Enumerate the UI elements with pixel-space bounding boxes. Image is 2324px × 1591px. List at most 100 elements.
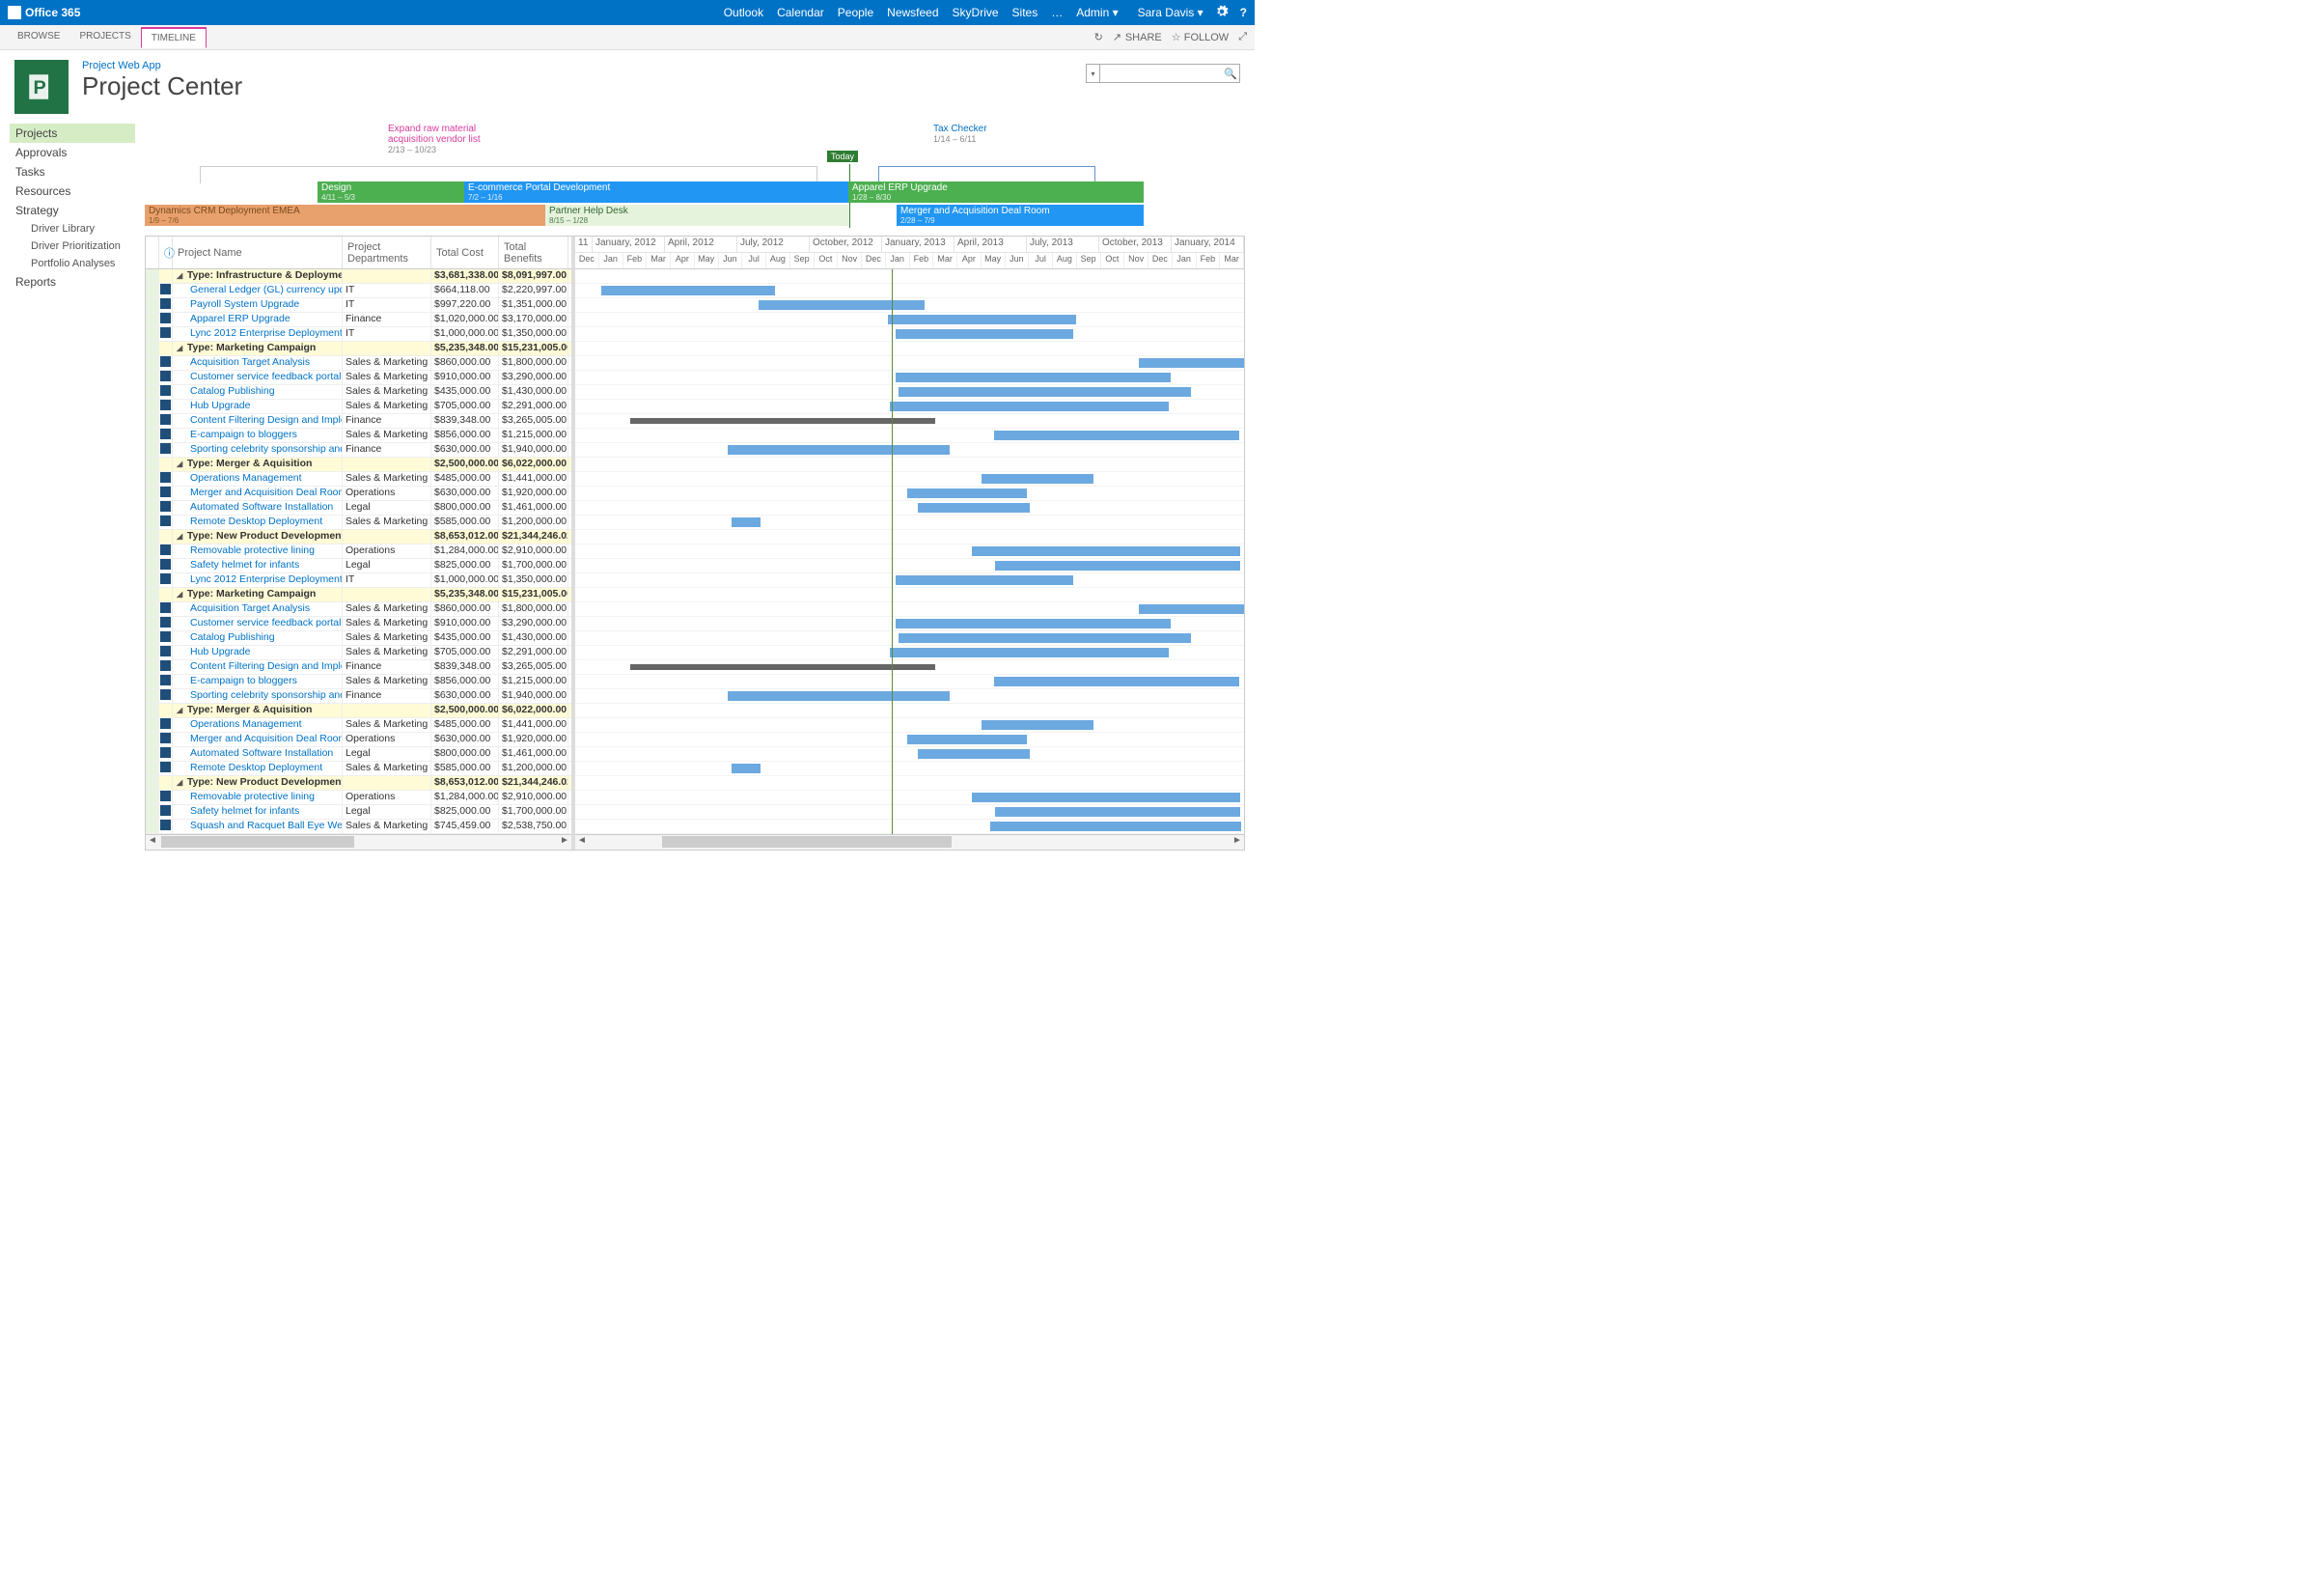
grid-project-row[interactable]: Lync 2012 Enterprise DeploymentIT$1,000,… — [146, 327, 571, 342]
project-name-cell[interactable]: Catalog Publishing — [173, 631, 343, 645]
gantt-bar[interactable] — [899, 633, 1191, 643]
sync-icon[interactable]: ↻ — [1094, 31, 1103, 43]
grid-project-row[interactable]: Remote Desktop DeploymentSales & Marketi… — [146, 762, 571, 776]
grid-project-row[interactable]: Customer service feedback portalSales & … — [146, 617, 571, 631]
grid-group-row[interactable]: ◢ Type: Merger & Aquisition$2,500,000.00… — [146, 704, 571, 718]
gantt-bar[interactable] — [728, 691, 950, 701]
grid-project-row[interactable]: General Ledger (GL) currency updateIT$66… — [146, 284, 571, 298]
gantt-bar[interactable] — [896, 373, 1171, 382]
project-name-cell[interactable]: Automated Software Installation — [173, 747, 343, 761]
gantt-bar[interactable] — [896, 575, 1073, 585]
project-name-cell[interactable]: Apparel ERP Upgrade — [173, 313, 343, 326]
project-name-cell[interactable]: Acquisition Target Analysis — [173, 356, 343, 370]
search-icon[interactable]: 🔍 — [1222, 68, 1239, 80]
scroll-left-icon[interactable]: ◄ — [146, 835, 159, 849]
gantt-bar[interactable] — [918, 749, 1030, 759]
project-name-cell[interactable]: ◢ Type: Merger & Aquisition — [173, 704, 343, 717]
grid-project-row[interactable]: Hub UpgradeSales & Marketing$705,000.00$… — [146, 400, 571, 414]
grid-project-row[interactable]: Operations ManagementSales & Marketing$4… — [146, 472, 571, 487]
ribbon-tab-browse[interactable]: BROWSE — [8, 27, 69, 48]
sidebar-item[interactable]: Strategy — [10, 201, 135, 220]
gantt-bar[interactable] — [994, 677, 1239, 686]
grid-project-row[interactable]: Removable protective liningOperations$1,… — [146, 544, 571, 559]
project-name-cell[interactable]: Lync 2012 Enterprise Deployment — [173, 327, 343, 341]
sidebar-item[interactable]: Tasks — [10, 162, 135, 181]
gantt-bar[interactable] — [630, 418, 935, 424]
gantt-bar[interactable] — [890, 402, 1169, 411]
gantt-bar[interactable] — [907, 488, 1027, 498]
sidebar-item[interactable]: Driver Prioritization — [10, 237, 135, 255]
grid-header-name[interactable]: Project Name — [173, 237, 343, 268]
grid-project-row[interactable]: Removable protective liningOperations$1,… — [146, 791, 571, 805]
gantt-hscrollbar[interactable]: ◄ ► — [575, 834, 1244, 850]
scroll-left-icon[interactable]: ◄ — [575, 835, 589, 849]
timeline-callout[interactable]: Expand raw material acquisition vendor l… — [388, 124, 504, 154]
gantt-bar[interactable] — [601, 286, 775, 295]
gantt-bar[interactable] — [982, 720, 1093, 730]
timeline-bar[interactable]: Merger and Acquisition Deal Room2/28 – 7… — [897, 205, 1144, 226]
gantt-bar[interactable] — [896, 329, 1073, 339]
grid-project-row[interactable]: Customer service feedback portalSales & … — [146, 371, 571, 385]
timeline-bar[interactable]: Apparel ERP Upgrade1/28 – 8/30 — [848, 181, 1144, 203]
help-icon[interactable]: ? — [1240, 6, 1247, 19]
grid-project-row[interactable]: Sporting celebrity sponsorship and endor… — [146, 689, 571, 704]
grid-hscrollbar[interactable]: ◄ ► — [146, 834, 571, 850]
suite-nav-item[interactable]: Outlook — [724, 6, 763, 19]
grid-group-row[interactable]: ◢ Type: New Product Development$8,653,01… — [146, 776, 571, 791]
timeline-bar[interactable]: Dynamics CRM Deployment EMEA1/9 – 7/6 — [145, 205, 545, 226]
project-name-cell[interactable]: ◢ Type: New Product Development — [173, 530, 343, 544]
grid-group-row[interactable]: ◢ Type: Marketing Campaign$5,235,348.00$… — [146, 588, 571, 602]
gantt-bar[interactable] — [918, 503, 1030, 513]
project-name-cell[interactable]: Acquisition Target Analysis — [173, 602, 343, 616]
project-name-cell[interactable]: E-campaign to bloggers — [173, 429, 343, 442]
sidebar-item[interactable]: Resources — [10, 181, 135, 201]
gantt-bar[interactable] — [990, 822, 1241, 831]
project-name-cell[interactable]: Operations Management — [173, 718, 343, 732]
grid-project-row[interactable]: Acquisition Target AnalysisSales & Marke… — [146, 602, 571, 617]
grid-project-row[interactable]: Sporting celebrity sponsorship and endor… — [146, 443, 571, 458]
grid-project-row[interactable]: Automated Software InstallationLegal$800… — [146, 501, 571, 516]
project-name-cell[interactable]: Removable protective lining — [173, 791, 343, 804]
grid-group-row[interactable]: ◢ Type: Infrastructure & Deployment$3,68… — [146, 269, 571, 284]
gantt-bar[interactable] — [890, 648, 1169, 657]
grid-project-row[interactable]: Squash and Racquet Ball Eye WearSales & … — [146, 820, 571, 834]
project-name-cell[interactable]: Remote Desktop Deployment — [173, 516, 343, 529]
project-name-cell[interactable]: Operations Management — [173, 472, 343, 486]
grid-header-dept[interactable]: Project Departments — [343, 237, 431, 268]
timeline-callout[interactable]: Tax Checker1/14 – 6/11 — [933, 124, 1010, 144]
scroll-right-icon[interactable]: ► — [558, 835, 571, 849]
search-input[interactable]: ▾ 🔍 — [1086, 64, 1240, 83]
project-name-cell[interactable]: Automated Software Installation — [173, 501, 343, 515]
ribbon-tab-timeline[interactable]: TIMELINE — [141, 27, 207, 48]
sidebar-item[interactable]: Portfolio Analyses — [10, 255, 135, 272]
suite-nav-item[interactable]: People — [838, 6, 873, 19]
project-name-cell[interactable]: Content Filtering Design and Implementat… — [173, 414, 343, 428]
gantt-bar[interactable] — [1139, 604, 1244, 614]
project-name-cell[interactable]: Squash and Racquet Ball Eye Wear — [173, 820, 343, 833]
gantt-bar[interactable] — [994, 431, 1239, 440]
grid-header-cost[interactable]: Total Cost — [431, 237, 499, 268]
suite-nav-item[interactable]: SkyDrive — [953, 6, 999, 19]
focus-icon[interactable]: ⤢ — [1238, 31, 1247, 43]
project-name-cell[interactable]: Hub Upgrade — [173, 646, 343, 659]
user-menu[interactable]: Sara Davis ▾ — [1138, 6, 1204, 19]
timeline-bar[interactable]: Design4/11 – 5/3 — [318, 181, 464, 203]
grid-project-row[interactable]: Operations ManagementSales & Marketing$4… — [146, 718, 571, 733]
grid-header-benefits[interactable]: Total Benefits — [499, 237, 568, 268]
project-name-cell[interactable]: ◢ Type: New Product Development — [173, 776, 343, 790]
grid-project-row[interactable]: Catalog PublishingSales & Marketing$435,… — [146, 631, 571, 646]
project-name-cell[interactable]: Merger and Acquisition Deal Room — [173, 487, 343, 500]
project-name-cell[interactable]: Safety helmet for infants — [173, 559, 343, 572]
sidebar-item[interactable]: Driver Library — [10, 220, 135, 237]
suite-nav-item[interactable]: … — [1051, 6, 1063, 19]
suite-nav-item[interactable]: Newsfeed — [887, 6, 938, 19]
grid-project-row[interactable]: Content Filtering Design and Implementat… — [146, 660, 571, 675]
gantt-bar[interactable] — [896, 619, 1171, 628]
grid-project-row[interactable]: Safety helmet for infantsLegal$825,000.0… — [146, 559, 571, 573]
gantt-bar[interactable] — [1139, 358, 1244, 368]
grid-header-rowselect[interactable] — [146, 237, 159, 268]
grid-header-info-icon[interactable]: ⓘ — [159, 237, 173, 268]
suite-nav-item[interactable]: Calendar — [777, 6, 824, 19]
grid-project-row[interactable]: Apparel ERP UpgradeFinance$1,020,000.00$… — [146, 313, 571, 327]
gantt-bar[interactable] — [732, 764, 761, 773]
